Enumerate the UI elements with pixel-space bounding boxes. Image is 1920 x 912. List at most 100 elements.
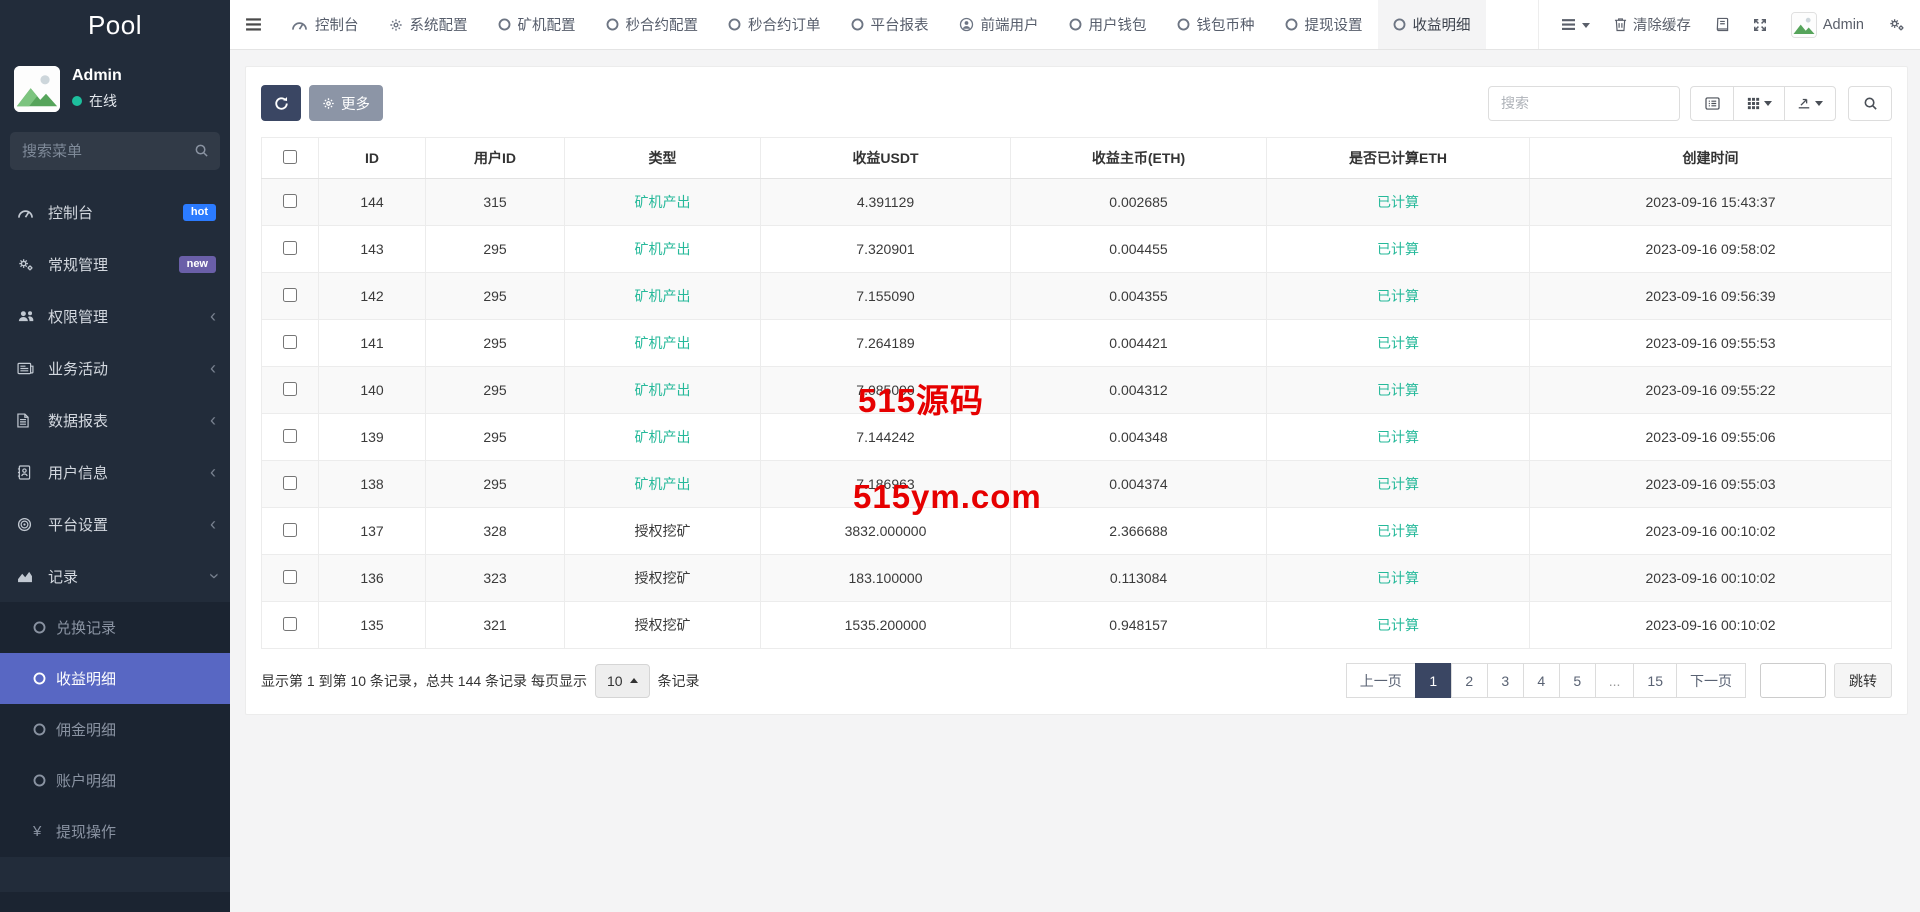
row-checkbox[interactable] xyxy=(283,382,297,396)
column-header[interactable]: 用户ID xyxy=(426,138,565,179)
pagination: 显示第 1 到第 10 条记录，总共 144 条记录 每页显示 10 条记录 上… xyxy=(261,663,1892,698)
page-button-15[interactable]: 15 xyxy=(1633,663,1677,698)
sidebar-item-常规管理[interactable]: 常规管理 new xyxy=(0,238,230,290)
sidebar-menu: 控制台 hot 常规管理 new 权限管理 ‹ 业务活动 ‹ 数据报表 ‹ 用户… xyxy=(0,184,230,857)
cell-usdt: 7.186963 xyxy=(761,461,1011,508)
cell-uid: 295 xyxy=(426,273,565,320)
cell-usdt: 183.100000 xyxy=(761,555,1011,602)
tab-矿机配置[interactable]: 矿机配置 xyxy=(483,0,591,49)
row-checkbox[interactable] xyxy=(283,194,297,208)
sidebar-search-input[interactable] xyxy=(10,132,220,170)
export-button[interactable] xyxy=(1784,86,1836,121)
row-checkbox[interactable] xyxy=(283,523,297,537)
nav-list-dropdown[interactable] xyxy=(1561,18,1590,31)
cell-usdt: 7.264189 xyxy=(761,320,1011,367)
chevron-left-icon: ‹ xyxy=(210,307,216,325)
yen-icon: ¥ xyxy=(33,823,56,840)
cell-usdt: 7.085090 xyxy=(761,367,1011,414)
tab-用户钱包[interactable]: 用户钱包 xyxy=(1054,0,1162,49)
sidebar-subitem-佣金明细[interactable]: 佣金明细 xyxy=(0,704,230,755)
column-header[interactable]: 创建时间 xyxy=(1530,138,1892,179)
addressbook-icon xyxy=(17,465,41,480)
circleo-icon xyxy=(606,18,619,31)
refresh-button[interactable] xyxy=(261,85,301,121)
newspaper-icon xyxy=(17,362,41,375)
row-checkbox[interactable] xyxy=(283,429,297,443)
hot-badge: hot xyxy=(183,204,216,221)
circleo-icon xyxy=(33,672,56,685)
cell-time: 2023-09-16 09:55:03 xyxy=(1530,461,1892,508)
tab-提现设置[interactable]: 提现设置 xyxy=(1270,0,1378,49)
circleo-icon xyxy=(1069,18,1082,31)
sidebar-item-记录[interactable]: 记录 ‹ xyxy=(0,550,230,602)
cell-id: 136 xyxy=(319,555,426,602)
more-button[interactable]: 更多 xyxy=(309,85,383,121)
row-checkbox[interactable] xyxy=(283,476,297,490)
page-button-4[interactable]: 4 xyxy=(1523,663,1560,698)
select-all-checkbox[interactable] xyxy=(283,150,297,164)
cell-eth: 0.113084 xyxy=(1011,555,1267,602)
row-checkbox[interactable] xyxy=(283,241,297,255)
column-header[interactable]: 类型 xyxy=(565,138,761,179)
user-menu[interactable]: Admin xyxy=(1791,12,1864,38)
columns-button[interactable] xyxy=(1733,86,1785,121)
tab-钱包币种[interactable]: 钱包币种 xyxy=(1162,0,1270,49)
tab-秒合约订单[interactable]: 秒合约订单 xyxy=(713,0,836,49)
page-button-上一页[interactable]: 上一页 xyxy=(1346,663,1416,698)
column-header[interactable]: 收益USDT xyxy=(761,138,1011,179)
column-header[interactable]: 是否已计算ETH xyxy=(1267,138,1530,179)
cell-usdt: 7.155090 xyxy=(761,273,1011,320)
page-button-3[interactable]: 3 xyxy=(1487,663,1524,698)
column-header[interactable]: ID xyxy=(319,138,426,179)
cell-time: 2023-09-16 09:55:53 xyxy=(1530,320,1892,367)
tab-控制台[interactable]: 控制台 xyxy=(276,0,374,49)
hamburger-icon[interactable] xyxy=(230,0,276,49)
cell-calc: 已计算 xyxy=(1267,226,1530,273)
topbar-tabs: 控制台 系统配置 矿机配置 秒合约配置 秒合约订单 平台报表 前端用户 用户钱包… xyxy=(276,0,1486,49)
sidebar-subitem-收益明细[interactable]: 收益明细 xyxy=(0,653,230,704)
table-header-row: ID用户ID类型收益USDT收益主币(ETH)是否已计算ETH创建时间 xyxy=(262,138,1892,179)
clear-cache-button[interactable]: 清除缓存 xyxy=(1614,14,1691,35)
tab-收益明细[interactable]: 收益明细 xyxy=(1378,0,1486,49)
cell-usdt: 3832.000000 xyxy=(761,508,1011,555)
sidebar-subitem-账户明细[interactable]: 账户明细 xyxy=(0,755,230,806)
areachart-icon xyxy=(17,570,41,583)
search-button[interactable] xyxy=(1848,86,1892,121)
page-button-2[interactable]: 2 xyxy=(1451,663,1488,698)
tab-系统配置[interactable]: 系统配置 xyxy=(374,0,483,49)
page-button-下一页[interactable]: 下一页 xyxy=(1676,663,1746,698)
fullscreen-button[interactable] xyxy=(1753,18,1767,32)
tab-前端用户[interactable]: 前端用户 xyxy=(944,0,1054,49)
sidebar-item-权限管理[interactable]: 权限管理 ‹ xyxy=(0,290,230,342)
tab-秒合约配置[interactable]: 秒合约配置 xyxy=(591,0,714,49)
page-button-5[interactable]: 5 xyxy=(1559,663,1596,698)
row-checkbox[interactable] xyxy=(283,335,297,349)
pagination-info-prefix: 显示第 1 到第 10 条记录，总共 144 条记录 每页显示 xyxy=(261,671,587,691)
sidebar-item-控制台[interactable]: 控制台 hot xyxy=(0,186,230,238)
cell-time: 2023-09-16 00:10:02 xyxy=(1530,555,1892,602)
user-name: Admin xyxy=(72,67,122,85)
header-checkbox-cell xyxy=(262,138,319,179)
chevron-left-icon: ‹ xyxy=(210,359,216,377)
column-header[interactable]: 收益主币(ETH) xyxy=(1011,138,1267,179)
detail-view-button[interactable] xyxy=(1690,86,1734,121)
jump-page-input[interactable] xyxy=(1760,663,1826,698)
sidebar-subitem-提现操作[interactable]: ¥ 提现操作 xyxy=(0,806,230,857)
row-checkbox[interactable] xyxy=(283,288,297,302)
tab-平台报表[interactable]: 平台报表 xyxy=(836,0,944,49)
jump-button[interactable]: 跳转 xyxy=(1834,663,1892,698)
log-button[interactable] xyxy=(1715,17,1729,32)
sidebar-item-用户信息[interactable]: 用户信息 ‹ xyxy=(0,446,230,498)
sidebar-subitem-兑换记录[interactable]: 兑换记录 xyxy=(0,602,230,653)
settings-button[interactable] xyxy=(1888,17,1905,32)
sidebar-item-业务活动[interactable]: 业务活动 ‹ xyxy=(0,342,230,394)
page-button-1[interactable]: 1 xyxy=(1415,663,1452,698)
sidebar-item-平台设置[interactable]: 平台设置 ‹ xyxy=(0,498,230,550)
cell-id: 143 xyxy=(319,226,426,273)
row-checkbox[interactable] xyxy=(283,617,297,631)
row-checkbox[interactable] xyxy=(283,570,297,584)
page-size-select[interactable]: 10 xyxy=(595,664,650,698)
table-search-input[interactable] xyxy=(1488,86,1680,121)
sidebar-item-数据报表[interactable]: 数据报表 ‹ xyxy=(0,394,230,446)
cell-calc: 已计算 xyxy=(1267,273,1530,320)
